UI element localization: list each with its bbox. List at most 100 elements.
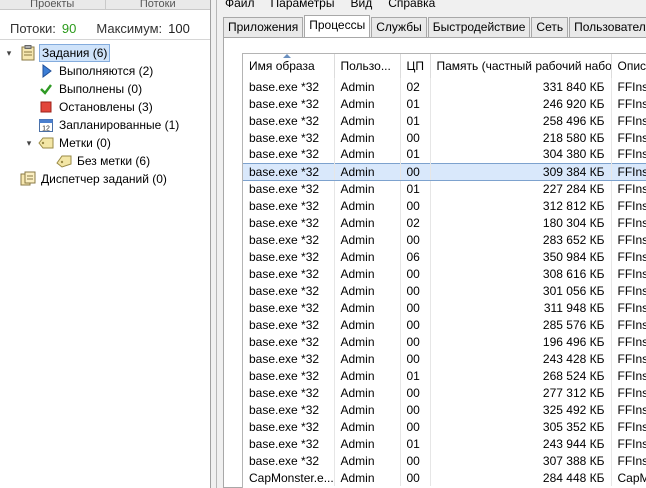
table-row[interactable]: base.exe *32 Admin 01 243 944 КБ FFIns bbox=[243, 435, 646, 452]
tab-performance[interactable]: Быстродействие bbox=[427, 17, 531, 37]
cell-image-name: base.exe *32 bbox=[243, 299, 335, 316]
cell-cpu: 00 bbox=[400, 197, 431, 214]
table-row[interactable]: base.exe *32 Admin 01 227 284 КБ FFIns bbox=[243, 180, 646, 197]
table-row[interactable]: base.exe *32 Admin 00 307 388 КБ FFIns bbox=[243, 452, 646, 469]
column-header-user[interactable]: Пользо... bbox=[334, 54, 401, 78]
cell-image-name: base.exe *32 bbox=[243, 350, 335, 367]
cell-cpu: 00 bbox=[400, 452, 431, 469]
table-row[interactable]: base.exe *32 Admin 00 277 312 КБ FFIns bbox=[243, 384, 646, 401]
column-header-image-name[interactable]: Имя образа bbox=[243, 54, 335, 78]
tree-node-tasks[interactable]: ▾ Задания (6) bbox=[0, 44, 210, 62]
cell-description: FFIns bbox=[611, 333, 646, 350]
table-row[interactable]: base.exe *32 Admin 00 305 352 КБ FFIns bbox=[243, 418, 646, 435]
checkmark-icon bbox=[38, 81, 54, 97]
cell-description: FFIns bbox=[611, 350, 646, 367]
table-row[interactable]: CapMonster.e...Admin00284 448 КБCapM bbox=[243, 469, 646, 486]
cell-description: FFIns bbox=[611, 452, 646, 469]
table-row[interactable]: base.exe *32 Admin 01 246 920 КБ FFIns bbox=[243, 95, 646, 112]
table-row[interactable]: base.exe *32 Admin 06 350 984 КБ FFIns bbox=[243, 248, 646, 265]
process-rows: base.exe *32 Admin 02 331 840 КБ FFIns base.e… bbox=[243, 78, 646, 486]
column-header-memory[interactable]: Память (частный рабочий набор) bbox=[430, 54, 612, 78]
cell-cpu: 01 bbox=[400, 112, 431, 129]
table-row[interactable]: base.exe *32 Admin 00 325 492 КБ FFIns bbox=[243, 401, 646, 418]
cell-user: Admin bbox=[334, 95, 401, 112]
cell-image-name: base.exe *32 bbox=[243, 333, 335, 350]
column-header-description[interactable]: Описа bbox=[611, 54, 646, 78]
table-row[interactable]: base.exe *32 Admin 01 304 380 КБ FFIns bbox=[243, 146, 646, 163]
cell-cpu: 00 bbox=[400, 231, 431, 248]
process-list[interactable]: Имя образа Пользо... ЦП Память (частный … bbox=[242, 53, 646, 488]
clipboard-icon bbox=[20, 45, 36, 61]
cell-cpu: 00 bbox=[400, 299, 431, 316]
cell-description: FFIns bbox=[611, 299, 646, 316]
tree-node-stopped[interactable]: Остановлены (3) bbox=[0, 98, 210, 116]
cell-description: FFIns bbox=[611, 129, 646, 146]
tab-applications[interactable]: Приложения bbox=[223, 17, 304, 37]
cell-cpu: 02 bbox=[400, 214, 431, 231]
cell-user: Admin bbox=[334, 435, 401, 452]
tab-users[interactable]: Пользователи bbox=[569, 17, 646, 37]
cell-image-name: base.exe *32 bbox=[243, 452, 335, 469]
tree-label-task-manager: Диспетчер заданий (0) bbox=[41, 172, 167, 186]
tree-node-scheduled[interactable]: 12 Запланированные (1) bbox=[0, 116, 210, 134]
table-row[interactable]: base.exe *32 Admin 01 268 524 КБ FFIns bbox=[243, 367, 646, 384]
cell-user: Admin bbox=[334, 78, 401, 95]
cell-description: FFIns bbox=[611, 435, 646, 452]
cell-memory: 196 496 КБ bbox=[430, 333, 612, 350]
processes-panel: Имя образа Пользо... ЦП Память (частный … bbox=[223, 37, 646, 488]
tree-node-task-manager[interactable]: Диспетчер заданий (0) bbox=[0, 170, 210, 188]
cell-user: Admin bbox=[334, 401, 401, 418]
tab-services[interactable]: Службы bbox=[371, 17, 427, 37]
menu-file[interactable]: Файл bbox=[217, 0, 263, 10]
cell-user: Admin bbox=[334, 231, 401, 248]
collapse-icon[interactable]: ▾ bbox=[24, 138, 34, 148]
cell-cpu: 00 bbox=[400, 469, 431, 486]
table-row[interactable]: base.exe *32 Admin 00 309 384 КБ FFIns bbox=[243, 162, 646, 181]
table-row[interactable]: base.exe *32 Admin 01 258 496 КБ FFIns bbox=[243, 112, 646, 129]
tree-node-untagged[interactable]: Без метки (6) bbox=[0, 152, 210, 170]
table-row[interactable]: base.exe *32 Admin 00 301 056 КБ FFIns bbox=[243, 282, 646, 299]
cell-memory: 304 380 КБ bbox=[430, 146, 612, 163]
tab-threads[interactable]: Потоки bbox=[104, 0, 211, 9]
cell-user: Admin bbox=[334, 265, 401, 282]
cell-image-name: base.exe *32 bbox=[243, 384, 335, 401]
table-row[interactable]: base.exe *32 Admin 00 218 580 КБ FFIns bbox=[243, 129, 646, 146]
table-row[interactable]: base.exe *32 Admin 00 312 812 КБ FFIns bbox=[243, 197, 646, 214]
cell-cpu: 02 bbox=[400, 78, 431, 95]
cell-cpu: 00 bbox=[400, 162, 431, 181]
table-row[interactable]: base.exe *32 Admin 00 196 496 КБ FFIns bbox=[243, 333, 646, 350]
cell-description: FFIns bbox=[611, 418, 646, 435]
table-row[interactable]: base.exe *32 Admin 00 283 652 КБ FFIns bbox=[243, 231, 646, 248]
tab-projects[interactable]: Проекты bbox=[0, 0, 105, 9]
menu-view[interactable]: Вид bbox=[342, 0, 380, 10]
tree-node-tags[interactable]: ▾ Метки (0) bbox=[0, 134, 210, 152]
cell-memory: 268 524 КБ bbox=[430, 367, 612, 384]
cell-description: FFIns bbox=[611, 180, 646, 197]
menu-options[interactable]: Параметры bbox=[263, 0, 343, 10]
cell-user: Admin bbox=[334, 384, 401, 401]
table-row[interactable]: base.exe *32 Admin 00 308 616 КБ FFIns bbox=[243, 265, 646, 282]
tab-network[interactable]: Сеть bbox=[531, 17, 569, 37]
table-row[interactable]: base.exe *32 Admin 02 180 304 КБ FFIns bbox=[243, 214, 646, 231]
cell-memory: 311 948 КБ bbox=[430, 299, 612, 316]
tree-node-running[interactable]: Выполняются (2) bbox=[0, 62, 210, 80]
process-table: Имя образа Пользо... ЦП Память (частный … bbox=[243, 54, 646, 486]
cell-cpu: 01 bbox=[400, 95, 431, 112]
cell-image-name: base.exe *32 bbox=[243, 316, 335, 333]
table-row[interactable]: base.exe *32 Admin 02 331 840 КБ FFIns bbox=[243, 78, 646, 95]
play-icon bbox=[38, 63, 54, 79]
table-row[interactable]: base.exe *32 Admin 00 285 576 КБ FFIns bbox=[243, 316, 646, 333]
cell-user: Admin bbox=[334, 282, 401, 299]
svg-text:12: 12 bbox=[42, 125, 50, 132]
cell-memory: 308 616 КБ bbox=[430, 265, 612, 282]
cell-user: Admin bbox=[334, 146, 401, 163]
table-row[interactable]: base.exe *32 Admin 00 243 428 КБ FFIns bbox=[243, 350, 646, 367]
collapse-icon[interactable]: ▾ bbox=[4, 48, 14, 58]
table-row[interactable]: base.exe *32 Admin 00 311 948 КБ FFIns bbox=[243, 299, 646, 316]
tree-node-done[interactable]: Выполнены (0) bbox=[0, 80, 210, 98]
menu-help[interactable]: Справка bbox=[380, 0, 443, 10]
cell-description: FFIns bbox=[611, 95, 646, 112]
tab-processes[interactable]: Процессы bbox=[304, 15, 371, 37]
column-header-cpu[interactable]: ЦП bbox=[400, 54, 431, 78]
tree-label-scheduled: Запланированные (1) bbox=[59, 118, 180, 132]
